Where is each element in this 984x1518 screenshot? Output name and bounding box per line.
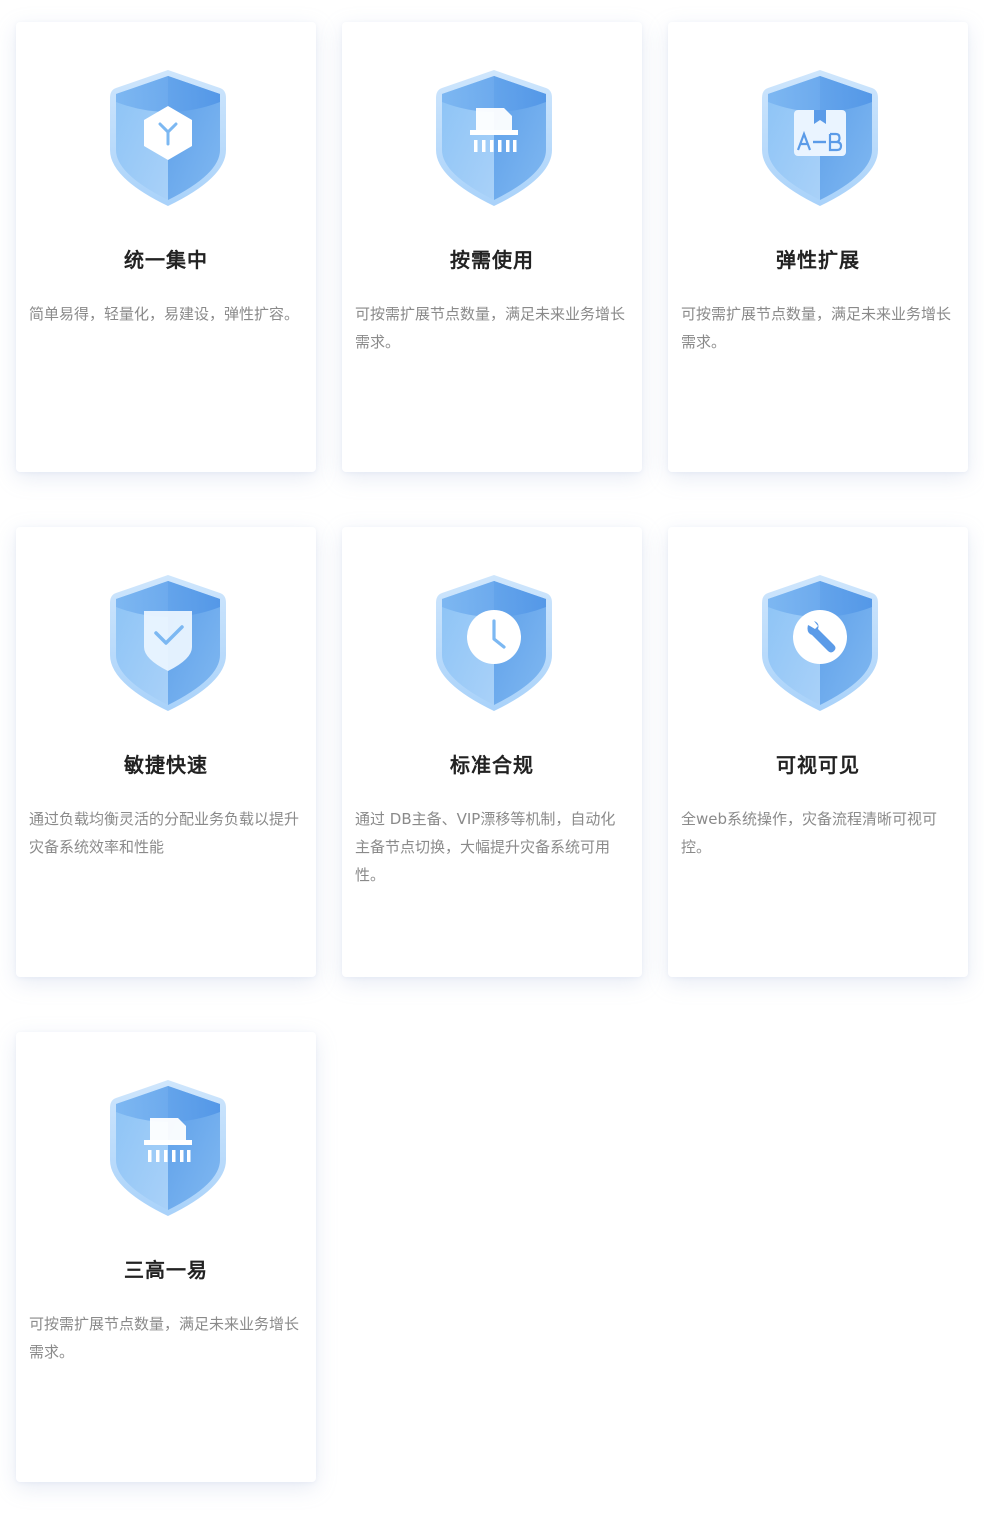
shredder-icon bbox=[434, 68, 554, 208]
feature-card: 弹性扩展 可按需扩展节点数量，满足未来业务增长需求。 bbox=[668, 22, 968, 472]
wrench-icon bbox=[760, 573, 880, 713]
card-title: 敏捷快速 bbox=[124, 753, 208, 777]
clock-icon bbox=[434, 573, 554, 713]
feature-card: 三高一易 可按需扩展节点数量，满足未来业务增长需求。 bbox=[16, 1032, 316, 1482]
check-shield-icon bbox=[108, 573, 228, 713]
cube-icon bbox=[108, 68, 228, 208]
feature-card: 标准合规 通过 DB主备、VIP漂移等机制，自动化主备节点切换，大幅提升灾备系统… bbox=[342, 527, 642, 977]
feature-grid: 统一集中 简单易得，轻量化，易建设，弹性扩容。 按需使用 可按需扩展节点数量，满… bbox=[0, 0, 984, 1518]
card-title: 三高一易 bbox=[124, 1258, 208, 1282]
feature-card: 统一集中 简单易得，轻量化，易建设，弹性扩容。 bbox=[16, 22, 316, 472]
card-description: 可按需扩展节点数量，满足未来业务增长需求。 bbox=[355, 305, 626, 351]
card-title: 可视可见 bbox=[776, 753, 860, 777]
card-title: 弹性扩展 bbox=[776, 248, 860, 272]
feature-card: 可视可见 全web系统操作，灾备流程清晰可视可控。 bbox=[668, 527, 968, 977]
card-title: 标准合规 bbox=[450, 753, 534, 777]
feature-card: 敏捷快速 通过负载均衡灵活的分配业务负载以提升灾备系统效率和性能 bbox=[16, 527, 316, 977]
card-description: 简单易得，轻量化，易建设，弹性扩容。 bbox=[29, 305, 300, 323]
feature-card: 按需使用 可按需扩展节点数量，满足未来业务增长需求。 bbox=[342, 22, 642, 472]
ab-switch-icon bbox=[760, 68, 880, 208]
card-description: 通过负载均衡灵活的分配业务负载以提升灾备系统效率和性能 bbox=[29, 810, 300, 856]
card-description: 通过 DB主备、VIP漂移等机制，自动化主备节点切换，大幅提升灾备系统可用性。 bbox=[355, 810, 616, 884]
card-description: 全web系统操作，灾备流程清晰可视可控。 bbox=[681, 810, 938, 856]
card-description: 可按需扩展节点数量，满足未来业务增长需求。 bbox=[29, 1315, 300, 1361]
card-title: 按需使用 bbox=[450, 248, 534, 272]
shredder-icon bbox=[108, 1078, 228, 1218]
card-description: 可按需扩展节点数量，满足未来业务增长需求。 bbox=[681, 305, 952, 351]
card-title: 统一集中 bbox=[124, 248, 208, 272]
